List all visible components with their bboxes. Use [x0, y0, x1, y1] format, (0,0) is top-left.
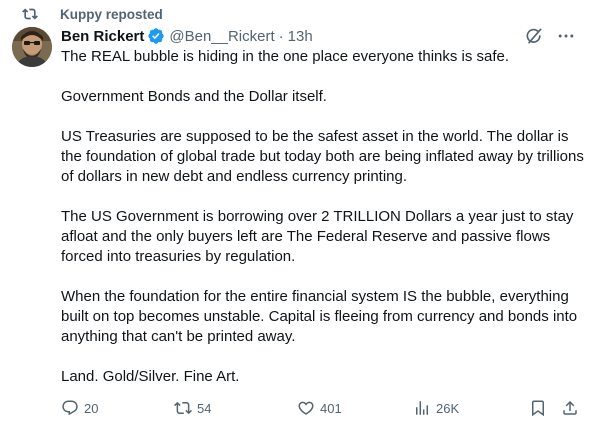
views-button[interactable]: 26K: [413, 399, 459, 417]
repost-button[interactable]: 54: [174, 399, 211, 417]
author-handle[interactable]: @Ben__Rickert: [169, 28, 274, 45]
bookmark-button[interactable]: [529, 399, 547, 417]
repost-label: Kuppy reposted: [60, 6, 163, 22]
share-icon: [563, 400, 577, 415]
tweet-paragraph: The US Government is borrowing over 2 TR…: [61, 208, 574, 265]
views-count: 26K: [436, 400, 460, 416]
repost-icon: [22, 6, 38, 22]
repost-icon: [174, 401, 192, 415]
grok-icon[interactable]: [524, 26, 544, 46]
tweet-top-actions: [524, 26, 576, 46]
author-name[interactable]: Ben Rickert: [61, 28, 144, 45]
views-icon: [416, 401, 428, 415]
repost-indicator[interactable]: Kuppy reposted: [22, 5, 163, 23]
tweet-text: The REAL bubble is hiding in the one pla…: [61, 47, 591, 407]
tweet-action-bar: 20 54 401 26K: [61, 399, 581, 421]
reply-button[interactable]: 20: [61, 399, 98, 417]
avatar[interactable]: [12, 27, 52, 67]
tweet-paragraph: Government Bonds and the Dollar itself.: [61, 88, 327, 105]
reply-count: 20: [84, 400, 99, 416]
more-icon[interactable]: [556, 26, 576, 46]
like-count: 401: [320, 400, 342, 416]
tweet-paragraph: When the foundation for the entire finan…: [61, 288, 578, 345]
share-button[interactable]: [561, 399, 579, 417]
tweet-paragraph: Land. Gold/Silver. Fine Art.: [61, 368, 240, 385]
tweet-paragraph: The REAL bubble is hiding in the one pla…: [61, 48, 510, 65]
reply-icon: [62, 400, 78, 416]
verified-badge-icon: [147, 27, 165, 45]
like-button[interactable]: 401: [297, 399, 342, 417]
heart-icon: [298, 401, 314, 415]
repost-count: 54: [197, 400, 212, 416]
tweet-header: Ben Rickert @Ben__Rickert · 13h: [61, 25, 313, 47]
bookmark-icon: [532, 400, 544, 417]
tweet-timestamp[interactable]: 13h: [288, 28, 313, 45]
header-separator: ·: [278, 27, 284, 45]
tweet-paragraph: US Treasuries are supposed to be the saf…: [61, 128, 584, 185]
